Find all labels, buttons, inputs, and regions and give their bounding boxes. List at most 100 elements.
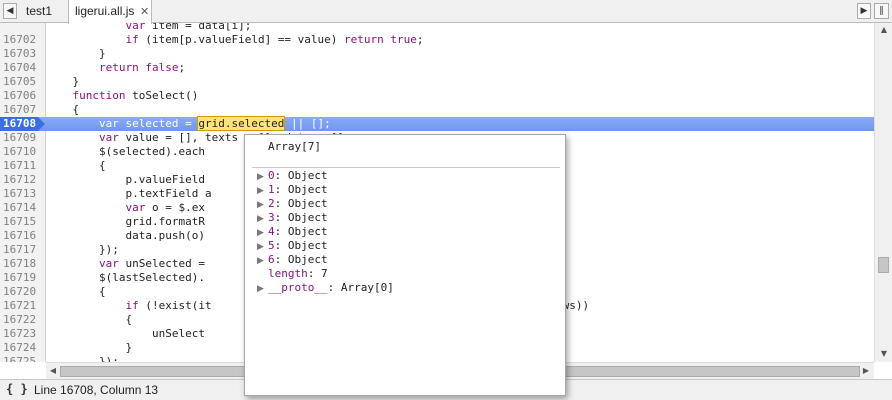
line-number[interactable]: 16709 (3, 131, 41, 145)
proto-property[interactable]: ▶ __proto__: Array[0] (257, 281, 394, 295)
line-number[interactable]: 16710 (3, 145, 41, 159)
code-line[interactable]: 16706 function toSelect() (0, 89, 874, 103)
tab-scroll-left-button[interactable]: ◀ (3, 3, 17, 19)
code-line[interactable]: 16707 { (0, 103, 874, 117)
array-item[interactable]: ▶ 3: Object (257, 211, 328, 225)
property-key: __proto__ (268, 281, 328, 294)
tab-scroll-right-button[interactable]: ▶ (857, 3, 871, 19)
line-number[interactable]: 16723 (3, 327, 41, 341)
property-key: length (268, 267, 308, 280)
line-number[interactable]: 16719 (3, 271, 41, 285)
line-number[interactable]: 16717 (3, 243, 41, 257)
code-line[interactable]: 16703 } (0, 47, 874, 61)
array-item[interactable]: ▶ 5: Object (257, 239, 328, 253)
current-execution-line[interactable]: 16708 var selected = grid.selected || []… (0, 116, 874, 131)
line-number[interactable]: 16721 (3, 299, 41, 313)
line-code: p.valueField (46, 173, 205, 186)
tab-ligerui-all-js[interactable]: ligerui.all.js ✕ (68, 0, 152, 24)
scroll-up-icon[interactable]: ▲ (878, 24, 890, 36)
expand-triangle-icon[interactable]: ▶ (257, 240, 268, 254)
property-value: 7 (321, 267, 328, 280)
line-number[interactable]: 16702 (3, 33, 41, 47)
line-number[interactable]: 16707 (3, 103, 41, 117)
popover-title: Array[7] (268, 140, 321, 153)
vertical-scrollbar[interactable]: ▲ ▼ (874, 23, 892, 362)
line-number[interactable]: 16722 (3, 313, 41, 327)
line-code: $(selected).each (46, 145, 205, 158)
code-line[interactable]: var item = data[i]; (0, 23, 874, 33)
line-code: data.push(o) (46, 229, 205, 242)
expand-triangle-icon: ▶ (257, 284, 264, 294)
tab-test1[interactable]: test1 (22, 0, 68, 23)
line-number[interactable]: 16704 (3, 61, 41, 75)
array-item[interactable]: ▶ 0: Object (257, 169, 328, 183)
line-code: }); (46, 243, 119, 256)
close-icon[interactable]: ✕ (140, 6, 149, 17)
line-code: } (46, 75, 80, 88)
expand-triangle-icon[interactable]: ▶ (257, 254, 268, 268)
item-index: 4 (268, 225, 275, 238)
code-line[interactable]: 16702 if (item[p.valueField] == value) r… (0, 33, 874, 47)
line-code: if (item[p.valueField] == value) return … (125, 33, 424, 46)
line-code: return false; (98, 61, 186, 74)
line-number[interactable]: 16724 (3, 341, 41, 355)
expand-triangle-icon[interactable]: ▶ (257, 226, 268, 240)
item-type: Object (287, 253, 328, 266)
line-code: { (46, 103, 80, 116)
line-number[interactable]: 16703 (3, 47, 41, 61)
line-number[interactable]: 16712 (3, 173, 41, 187)
expand-triangle-icon[interactable]: ▶ (257, 184, 268, 198)
line-code: grid.formatR (46, 215, 205, 228)
line-code: var o = $.ex (125, 201, 205, 214)
code-line[interactable]: 16705 } (0, 75, 874, 89)
pretty-print-icon[interactable]: { } (6, 382, 28, 396)
array-item[interactable]: ▶ 1: Object (257, 183, 328, 197)
vertical-scroll-thumb[interactable] (878, 257, 889, 273)
scroll-right-icon[interactable]: ▶ (860, 365, 872, 377)
item-type: Object (287, 197, 328, 210)
line-number[interactable]: 16718 (3, 257, 41, 271)
toggle-pane-button[interactable]: ‖ (874, 3, 889, 19)
line-number[interactable]: 16706 (3, 89, 41, 103)
hovered-expression[interactable]: grid.selected (197, 116, 286, 131)
scroll-left-icon[interactable]: ◀ (47, 365, 59, 377)
item-type: Object (287, 211, 328, 224)
line-code: p.textField a (46, 187, 212, 200)
line-number[interactable]: 16720 (3, 285, 41, 299)
line-number[interactable]: 16713 (3, 187, 41, 201)
expand-triangle-icon[interactable]: ▶ (257, 170, 268, 184)
line-code: var selected = grid.selected || []; (46, 116, 331, 131)
line-number[interactable]: 16725 (3, 355, 41, 362)
code-text: var selected = (46, 117, 199, 130)
line-code: $(lastSelected). (46, 271, 205, 284)
item-type: Object (287, 169, 328, 182)
pane-toggle-icon: ‖ (879, 6, 884, 16)
array-item[interactable]: ▶ 6: Object (257, 253, 328, 267)
item-index: 3 (268, 211, 275, 224)
item-type: Object (287, 239, 328, 252)
length-property: length: 7 (268, 267, 328, 280)
line-number[interactable]: 16715 (3, 215, 41, 229)
line-number[interactable]: 16714 (3, 201, 41, 215)
line-code: unSelect (46, 327, 205, 340)
item-index: 5 (268, 239, 275, 252)
expand-triangle-icon[interactable]: ▶ (257, 198, 268, 212)
variable-popover: Array[7] ▶ 0: Object ▶ 1: Object ▶ 2: Object ▶… (244, 134, 566, 396)
line-code: }); (46, 355, 119, 362)
line-code: { (46, 285, 106, 298)
tab-label: test1 (26, 4, 53, 18)
code-line[interactable]: 16704 return false; (0, 61, 874, 75)
line-code: var unSelected = (98, 257, 205, 270)
line-code: } (46, 47, 106, 60)
property-value: Array[0] (340, 281, 394, 294)
line-number[interactable]: 16716 (3, 229, 41, 243)
item-index: 0 (268, 169, 275, 182)
expand-triangle-icon[interactable]: ▶ (257, 212, 268, 226)
line-code: var item = data[i]; (125, 23, 252, 32)
line-number[interactable]: 16705 (3, 75, 41, 89)
array-item[interactable]: ▶ 2: Object (257, 197, 328, 211)
array-item[interactable]: ▶ 4: Object (257, 225, 328, 239)
scroll-down-icon[interactable]: ▼ (878, 348, 890, 360)
line-number[interactable]: 16708 (3, 117, 41, 131)
line-number[interactable]: 16711 (3, 159, 41, 173)
